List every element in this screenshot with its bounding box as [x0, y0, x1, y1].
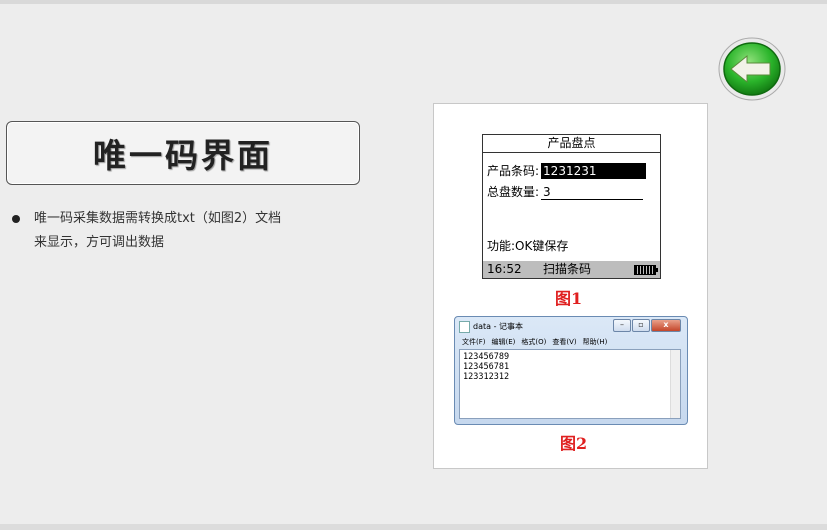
text-line: 123456789	[463, 352, 510, 362]
text-line: 123312312	[463, 372, 510, 382]
count-value: 3	[541, 185, 644, 200]
slide: 唯一码界面 唯一码采集数据需转换成txt（如图2）文档 来显示，方可调出数据 产…	[0, 0, 827, 530]
back-arrow-icon[interactable]	[717, 37, 787, 101]
notepad-icon	[459, 320, 470, 333]
barcode-row: 产品条码: 1231231	[487, 163, 647, 179]
device-time: 16:52	[487, 262, 522, 276]
device-status-bar: 16:52 扫描条码	[483, 261, 660, 278]
device-screen: 产品盘点 产品条码: 1231231 总盘数量: 3 功能:OK键保存 16:52 …	[482, 134, 661, 279]
barcode-label: 产品条码:	[487, 164, 540, 178]
minimize-button[interactable]: –	[613, 319, 631, 332]
menu-format[interactable]: 格式(O)	[521, 337, 546, 348]
top-stripe	[0, 0, 827, 4]
fig2-caption: 图2	[560, 434, 588, 453]
close-button[interactable]: x	[651, 319, 681, 332]
menu-file[interactable]: 文件(F)	[462, 337, 486, 348]
bullet-dot	[12, 215, 20, 223]
scrollbar[interactable]	[670, 350, 680, 418]
page-title: 唯一码界面	[93, 136, 273, 175]
bottom-stripe	[0, 524, 827, 530]
scan-label: 扫描条码	[543, 262, 592, 276]
text-line: 123456781	[463, 362, 510, 372]
notepad-window: data - 记事本 – ▫ x 文件(F) 编辑(E) 格式(O) 查看(V)…	[454, 316, 688, 425]
figure-panel: 产品盘点 产品条码: 1231231 总盘数量: 3 功能:OK键保存 16:52 …	[433, 103, 708, 469]
function-text: 功能:OK键保存	[487, 239, 569, 253]
notepad-text-area[interactable]: 123456789 123456781 123312312	[459, 349, 681, 419]
device-header: 产品盘点	[483, 135, 660, 153]
notepad-menu: 文件(F) 编辑(E) 格式(O) 查看(V) 帮助(H)	[459, 337, 684, 348]
count-row: 总盘数量: 3	[487, 184, 644, 200]
menu-edit[interactable]: 编辑(E)	[492, 337, 516, 348]
battery-icon	[634, 265, 658, 275]
bullet-text: 唯一码采集数据需转换成txt（如图2）文档 来显示，方可调出数据	[34, 211, 282, 250]
title-box: 唯一码界面	[6, 121, 360, 185]
barcode-value: 1231231	[541, 163, 647, 179]
notepad-title-text: data - 记事本	[473, 322, 523, 331]
notepad-title: data - 记事本	[459, 320, 523, 334]
count-label: 总盘数量:	[487, 185, 540, 199]
window-controls: – ▫ x	[612, 319, 681, 332]
menu-help[interactable]: 帮助(H)	[583, 337, 608, 348]
menu-view[interactable]: 查看(V)	[552, 337, 576, 348]
maximize-button[interactable]: ▫	[632, 319, 650, 332]
fig1-caption: 图1	[555, 289, 583, 308]
bullet-item: 唯一码采集数据需转换成txt（如图2）文档 来显示，方可调出数据	[12, 207, 352, 255]
